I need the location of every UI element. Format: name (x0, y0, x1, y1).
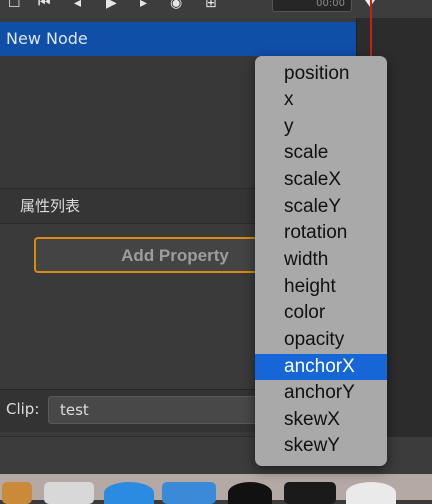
menu-item-anchory[interactable]: anchorY (255, 380, 387, 406)
menu-item-opacity[interactable]: opacity (255, 327, 387, 353)
menu-item-scalex[interactable]: scaleX (255, 167, 387, 193)
app-icon[interactable] (2, 482, 32, 504)
rewind-icon[interactable]: ⏮ (38, 0, 51, 12)
menu-item-width[interactable]: width (255, 247, 387, 273)
menu-item-scale[interactable]: scale (255, 140, 387, 166)
browser-app-icon[interactable] (104, 482, 154, 504)
property-dropdown-menu: position x y scale scaleX scaleY rotatio… (255, 56, 387, 466)
app-icon[interactable] (346, 482, 396, 504)
add-icon[interactable]: ⊞ (205, 0, 217, 12)
record-icon[interactable]: ◉ (170, 0, 182, 12)
menu-item-scaley[interactable]: scaleY (255, 194, 387, 220)
ghost-app-icon[interactable] (228, 482, 272, 504)
timecode-field[interactable]: 00:00 (272, 0, 352, 12)
menu-item-position[interactable]: position (255, 61, 387, 87)
clip-label: Clip: (6, 400, 40, 418)
settings-app-icon[interactable] (44, 482, 94, 504)
terminal-app-icon[interactable] (284, 482, 336, 504)
step-back-icon[interactable]: ◂ (74, 0, 81, 12)
play-icon[interactable]: ▶ (106, 0, 117, 12)
checkbox-icon[interactable]: ☐ (8, 0, 21, 12)
playhead-line (370, 0, 372, 60)
menu-item-skewy[interactable]: skewY (255, 433, 387, 459)
node-list-item-selected[interactable]: New Node (0, 22, 356, 56)
menu-item-x[interactable]: x (255, 87, 387, 113)
menu-item-y[interactable]: y (255, 114, 387, 140)
step-forward-icon[interactable]: ▸ (140, 0, 147, 12)
menu-item-rotation[interactable]: rotation (255, 220, 387, 246)
menu-item-skewx[interactable]: skewX (255, 407, 387, 433)
menu-item-color[interactable]: color (255, 300, 387, 326)
xcode-app-icon[interactable] (162, 482, 216, 504)
menu-item-anchorx[interactable]: anchorX (255, 354, 387, 380)
dock (0, 474, 432, 504)
menu-item-height[interactable]: height (255, 274, 387, 300)
